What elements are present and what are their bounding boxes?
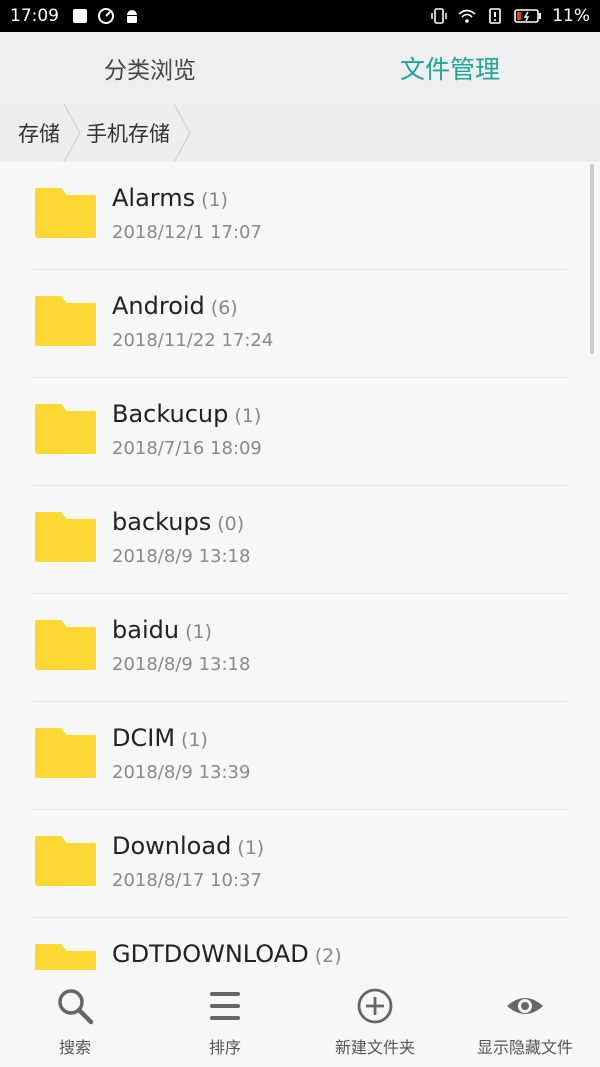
chevron-right-icon (173, 104, 191, 162)
file-name: Backucup (112, 400, 229, 428)
file-count: (1) (201, 189, 229, 211)
new-folder-button[interactable]: 新建文件夹 (300, 970, 450, 1067)
search-icon (58, 989, 94, 1025)
battery-icon (514, 9, 542, 23)
list-item[interactable]: GDTDOWNLOAD (2) (0, 918, 600, 970)
file-name: Android (112, 292, 205, 320)
folder-icon (35, 404, 96, 454)
folder-icon (35, 296, 96, 346)
list-item[interactable]: Backucup (1) 2018/7/16 18:09 (0, 378, 600, 486)
file-count: (1) (181, 729, 208, 751)
vibrate-icon (431, 8, 447, 24)
file-name: baidu (112, 616, 180, 644)
file-date: 2018/11/22 17:24 (112, 330, 274, 351)
file-count: (0) (217, 513, 245, 535)
list-item[interactable]: baidu (1) 2018/8/9 13:18 (0, 594, 600, 702)
file-name: Download (112, 832, 232, 860)
file-date: 2018/8/9 13:18 (112, 546, 251, 567)
list-item[interactable]: DCIM (1) 2018/8/9 13:39 (0, 702, 600, 810)
show-hidden-label: 显示隐藏文件 (476, 1038, 573, 1057)
breadcrumb-phone-storage[interactable]: 手机存储 (86, 104, 170, 162)
add-circle-icon (357, 988, 393, 1024)
wifi-icon (458, 9, 476, 23)
eye-icon (507, 998, 543, 1014)
chevron-right-icon (63, 104, 81, 162)
list-item[interactable]: Alarms (1) 2018/12/1 17:07 (0, 162, 600, 270)
file-name: GDTDOWNLOAD (112, 940, 309, 968)
bottom-toolbar: 搜索 排序 新建文件夹 显示隐藏文件 (0, 970, 600, 1067)
sort-button[interactable]: 排序 (150, 970, 300, 1067)
scrollbar[interactable] (590, 164, 594, 354)
list-item[interactable]: backups (0) 2018/8/9 13:18 (0, 486, 600, 594)
notification-square-icon (73, 9, 87, 23)
folder-icon (35, 836, 96, 886)
file-date: 2018/7/16 18:09 (112, 438, 262, 459)
android-icon (127, 10, 137, 23)
breadcrumb: 存储 手机存储 (0, 104, 600, 162)
tab-category-browse[interactable]: 分类浏览 (0, 32, 300, 104)
status-bar: 17:09 11% (0, 0, 600, 32)
file-name: DCIM (112, 724, 176, 752)
file-date: 2018/8/9 13:18 (112, 654, 251, 675)
tab-bar: 分类浏览 文件管理 (0, 32, 600, 104)
folder-icon (35, 512, 96, 562)
tab-file-manager[interactable]: 文件管理 (300, 32, 600, 104)
file-count: (1) (234, 405, 262, 427)
file-count: (2) (314, 945, 342, 967)
new-folder-label: 新建文件夹 (334, 1038, 415, 1057)
status-time: 17:09 (10, 6, 59, 26)
menu-icon (210, 992, 240, 1020)
file-count: (1) (237, 837, 265, 859)
battery-percent: 11% (552, 6, 590, 26)
folder-icon (35, 188, 96, 238)
list-item[interactable]: Android (6) 2018/11/22 17:24 (0, 270, 600, 378)
breadcrumb-storage[interactable]: 存储 (18, 104, 60, 162)
file-count: (1) (185, 621, 212, 643)
file-name: Alarms (112, 184, 196, 212)
file-list: Alarms (1) 2018/12/1 17:07 Android (6) 201… (0, 162, 600, 970)
file-name: backups (112, 508, 212, 536)
list-item[interactable]: Download (1) 2018/8/17 10:37 (0, 810, 600, 918)
file-date: 2018/12/1 17:07 (112, 222, 262, 243)
sort-label: 排序 (208, 1038, 241, 1057)
speedometer-icon (98, 8, 114, 24)
file-date: 2018/8/9 13:39 (112, 762, 251, 783)
show-hidden-button[interactable]: 显示隐藏文件 (450, 970, 600, 1067)
folder-icon (35, 620, 96, 670)
file-date: 2018/8/17 10:37 (112, 870, 262, 891)
search-button[interactable]: 搜索 (0, 970, 150, 1067)
alert-icon (489, 8, 502, 24)
folder-icon (35, 944, 96, 970)
file-count: (6) (210, 297, 238, 319)
search-label: 搜索 (58, 1038, 91, 1057)
folder-icon (35, 728, 96, 778)
